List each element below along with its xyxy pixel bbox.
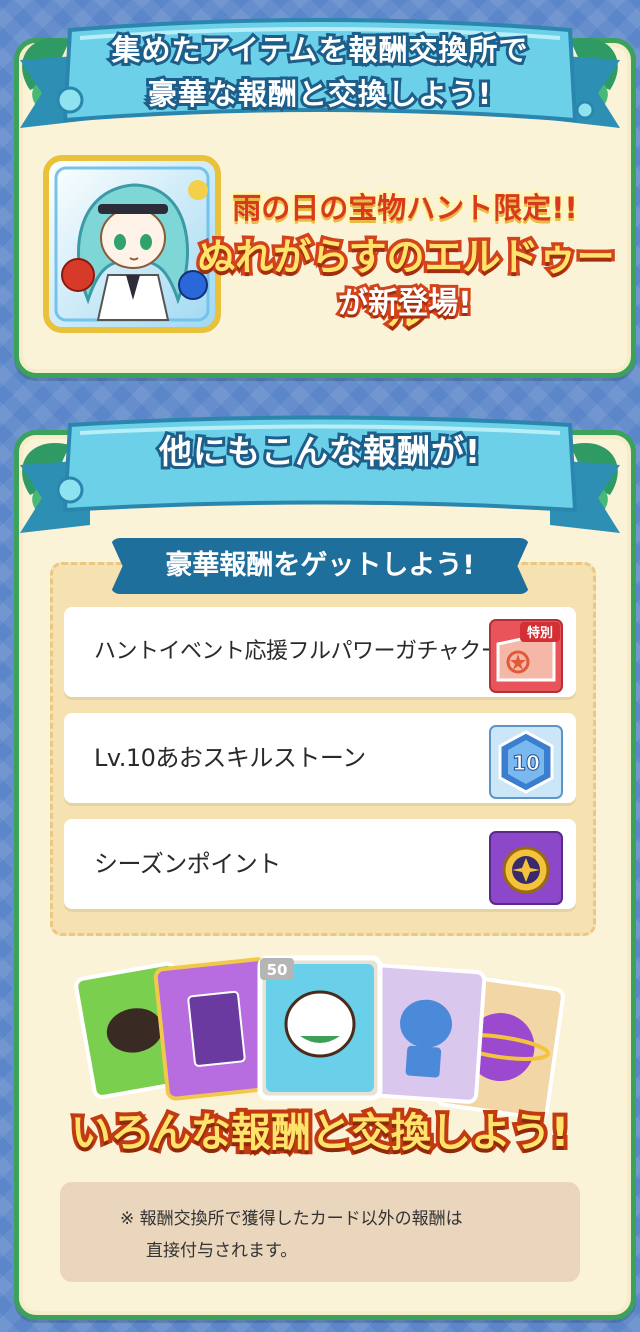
reward-item-label: ハントイベント応援フルパワーガチャクーポン (94, 639, 546, 664)
top-banner-line2: 豪華な報酬と交換しよう! (145, 74, 494, 114)
season-point-coin-icon (489, 831, 563, 905)
stone-level-text: 10 (512, 751, 540, 775)
skill-stone-icon: 10 (489, 725, 563, 799)
top-banner-line1: 集めたアイテムを報酬交換所で (108, 30, 530, 70)
note-line1: ※ 報酬交換所で獲得したカード以外の報酬は (120, 1209, 463, 1229)
reward-subtitle: 豪華報酬をゲットしよう! (110, 538, 530, 594)
top-banner: 集めたアイテムを報酬交換所で 豪華な報酬と交換しよう! (0, 0, 640, 128)
reward-item-label: シーズンポイント (94, 850, 281, 878)
note-line2: 直接付与されます。 (146, 1241, 298, 1261)
reward-item-label: Lv.10あおスキルストーン (94, 744, 366, 772)
reward-item-skill-stone: Lv.10あおスキルストーン 10 (64, 713, 576, 803)
second-banner: 他にもこんな報酬が! (0, 405, 640, 533)
ticket-badge-text: 特別 (527, 625, 553, 641)
note-box: ※ 報酬交換所で獲得したカード以外の報酬は 直接付与されます。 (60, 1182, 580, 1282)
feature-limited-text: 雨の日の宝物ハント限定!! (229, 188, 580, 228)
gacha-ticket-icon: 特別 (489, 619, 563, 693)
second-banner-title: 他にもこんな報酬が! (156, 429, 483, 474)
reward-item-coupon: ハントイベント応援フルパワーガチャクーポン 特別 (64, 607, 576, 697)
reward-item-season-point: シーズンポイント (64, 819, 576, 909)
card-level-badge: 50 (267, 961, 288, 979)
feature-new-text: が新登場! (335, 283, 475, 324)
bottom-title: いろんな報酬と交換しよう! (67, 1106, 573, 1160)
